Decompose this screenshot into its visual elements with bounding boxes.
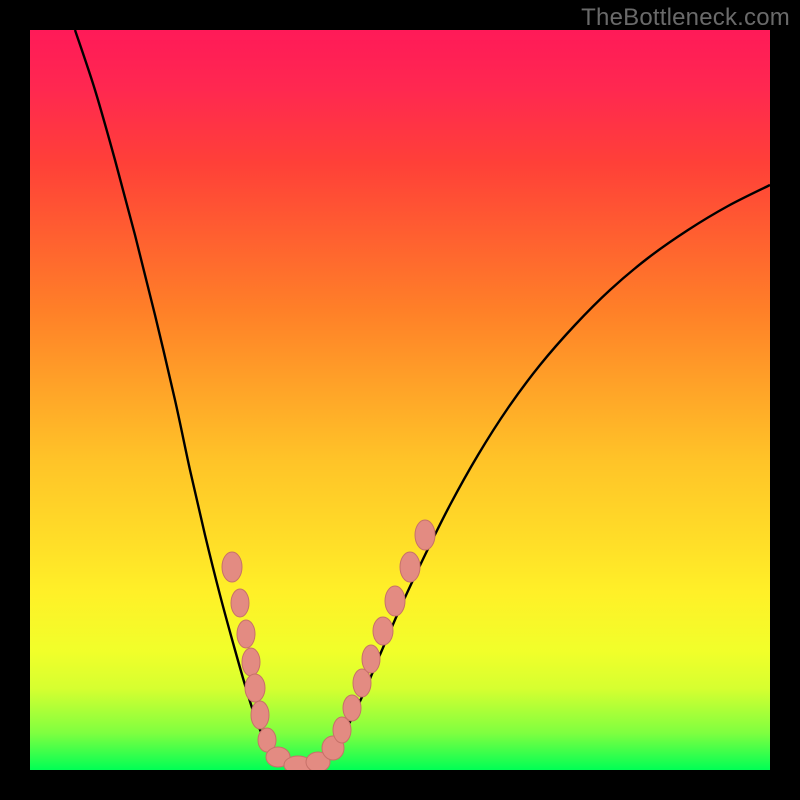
- chart-plot-area: [30, 30, 770, 770]
- watermark-label: TheBottleneck.com: [581, 4, 790, 32]
